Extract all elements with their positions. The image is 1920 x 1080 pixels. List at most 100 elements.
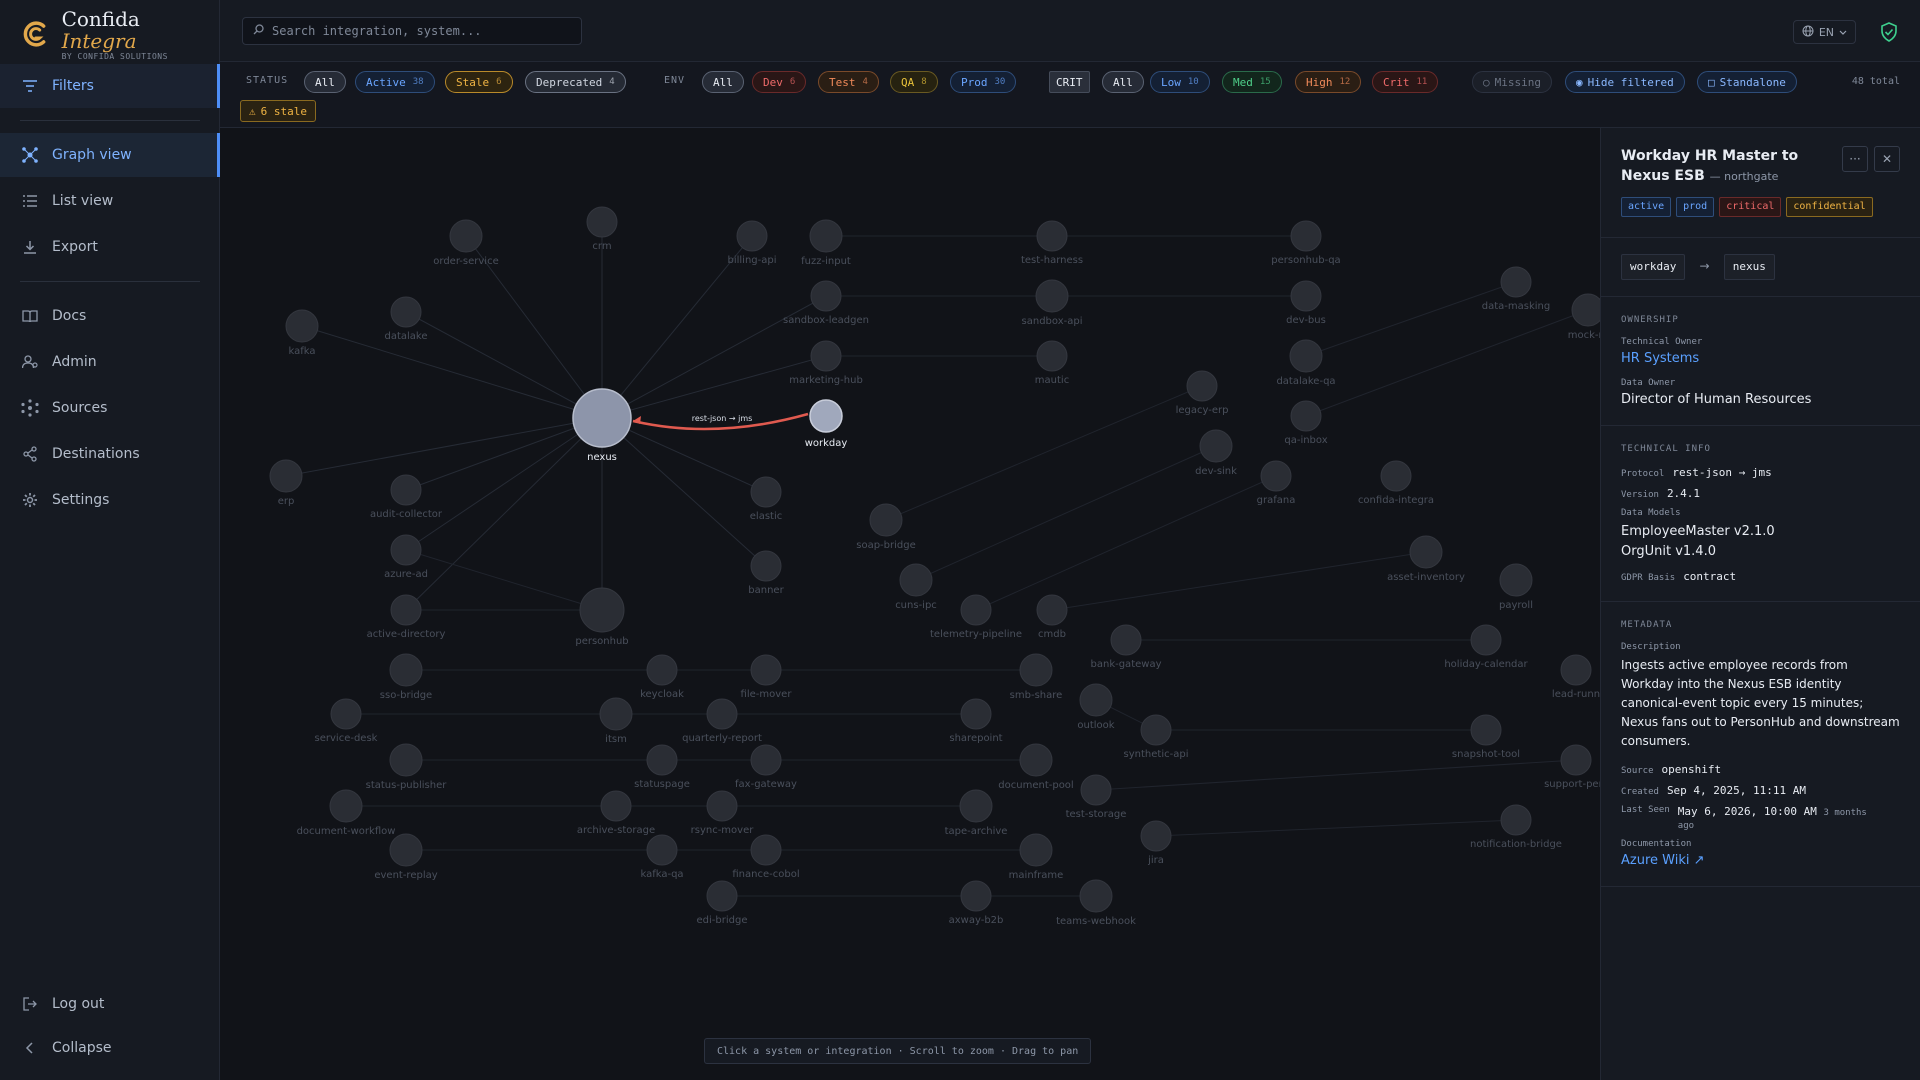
graph-edge[interactable] <box>975 475 1277 611</box>
graph-node-circle[interactable] <box>706 790 738 822</box>
status-chip-deprecated[interactable]: Deprecated 4 <box>525 71 626 93</box>
graph-node-circle[interactable] <box>736 220 768 252</box>
sidebar-item-list-view[interactable]: List view <box>0 179 220 223</box>
graph-node-circle[interactable] <box>646 834 678 866</box>
graph-node[interactable]: support-pers <box>1544 744 1600 790</box>
graph-node-circle[interactable] <box>579 587 625 633</box>
graph-edge[interactable] <box>885 385 1203 521</box>
graph-node-circle[interactable] <box>390 534 422 566</box>
selected-edge[interactable]: rest-json → jms <box>632 412 809 431</box>
env-chip-test[interactable]: Test 4 <box>818 71 879 93</box>
graph-node-circle[interactable] <box>750 744 782 776</box>
graph-node-circle[interactable] <box>599 697 633 731</box>
graph-node[interactable]: sharepoint <box>949 698 1003 744</box>
crit-chip-high[interactable]: High 12 <box>1295 71 1362 93</box>
graph-node-circle[interactable] <box>330 698 362 730</box>
graph-node[interactable]: status-publisher <box>366 743 448 791</box>
graph-canvas[interactable]: order-service crm billing-api fuzz-input tes… <box>220 128 1600 1080</box>
graph-node[interactable]: fax-gateway <box>735 744 797 790</box>
graph-node[interactable]: crm <box>586 206 618 252</box>
graph-svg[interactable]: order-service crm billing-api fuzz-input tes… <box>220 128 1600 1080</box>
graph-node-circle[interactable] <box>1560 654 1592 686</box>
graph-node[interactable]: statuspage <box>634 744 690 790</box>
graph-node[interactable]: active-directory <box>367 594 446 640</box>
graph-node-circle[interactable] <box>285 309 319 343</box>
graph-node-circle[interactable] <box>1409 535 1443 569</box>
graph-node[interactable]: itsm <box>599 697 633 745</box>
graph-node-circle[interactable] <box>1571 293 1600 327</box>
graph-node-circle[interactable] <box>390 474 422 506</box>
graph-edge[interactable] <box>405 417 603 551</box>
graph-node[interactable]: erp <box>269 459 303 507</box>
sidebar-item-admin[interactable]: Admin <box>0 340 220 384</box>
crit-chip-all[interactable]: All <box>1102 71 1144 93</box>
crit-chip-low[interactable]: Low 10 <box>1150 71 1210 93</box>
standalone-toggle[interactable]: □ Standalone <box>1697 71 1797 93</box>
graph-node-circle[interactable] <box>1019 833 1053 867</box>
graph-node-circle[interactable] <box>1500 266 1532 298</box>
graph-node-circle[interactable] <box>899 563 933 597</box>
graph-node-circle[interactable] <box>389 833 423 867</box>
graph-edge[interactable] <box>285 417 603 477</box>
graph-node-circle[interactable] <box>1036 220 1068 252</box>
graph-node-circle[interactable] <box>586 206 618 238</box>
graph-node[interactable]: tape-archive <box>945 789 1008 837</box>
graph-node-circle[interactable] <box>1035 279 1069 313</box>
graph-node[interactable]: keycloak <box>640 654 684 700</box>
graph-node[interactable]: rsync-mover <box>691 790 755 836</box>
graph-node[interactable]: kafka <box>285 309 319 357</box>
graph-node[interactable]: personhub <box>575 587 629 647</box>
sidebar-item-graph-view[interactable]: Graph view <box>0 133 220 177</box>
graph-node-circle[interactable] <box>269 459 303 493</box>
selected-node[interactable]: workday <box>805 399 848 449</box>
graph-node-circle[interactable] <box>1290 220 1322 252</box>
graph-node[interactable]: smb-share <box>1010 653 1063 701</box>
graph-node[interactable]: qa-inbox <box>1284 400 1328 446</box>
graph-node-circle[interactable] <box>1036 594 1068 626</box>
graph-node-circle[interactable] <box>449 219 483 253</box>
missing-toggle[interactable]: ○ Missing <box>1472 71 1552 93</box>
graph-node-circle[interactable] <box>1380 460 1412 492</box>
graph-node-circle[interactable] <box>1019 743 1053 777</box>
graph-node-circle[interactable] <box>1080 774 1112 806</box>
graph-node-circle[interactable] <box>1199 429 1233 463</box>
env-chip-all[interactable]: All <box>702 71 744 93</box>
graph-node[interactable]: azure-ad <box>384 534 428 580</box>
graph-node-circle[interactable] <box>329 789 363 823</box>
graph-node[interactable]: data-masking <box>1482 266 1550 312</box>
graph-node-circle[interactable] <box>1019 653 1053 687</box>
status-chip-stale[interactable]: Stale 6 <box>445 71 513 93</box>
collapse-button[interactable]: Collapse <box>0 1026 220 1070</box>
graph-node[interactable]: audit-collector <box>370 474 443 520</box>
graph-node-circle[interactable] <box>390 296 422 328</box>
graph-node[interactable]: kafka-qa <box>640 834 684 880</box>
graph-node-circle[interactable] <box>960 594 992 626</box>
graph-node-circle[interactable] <box>1079 879 1113 913</box>
sidebar-item-export[interactable]: Export <box>0 225 220 269</box>
graph-node[interactable]: teams-webhook <box>1056 879 1136 927</box>
graph-node[interactable]: sso-bridge <box>380 653 432 701</box>
graph-node[interactable]: synthetic-api <box>1124 714 1189 760</box>
graph-node-circle[interactable] <box>1470 714 1502 746</box>
close-button[interactable]: ✕ <box>1874 146 1900 172</box>
graph-node[interactable]: confida-integra <box>1358 460 1434 506</box>
status-chip-all[interactable]: All <box>304 71 346 93</box>
graph-node[interactable]: sandbox-api <box>1022 279 1083 327</box>
graph-node[interactable]: grafana <box>1257 460 1296 506</box>
search-box[interactable] <box>242 17 582 45</box>
graph-node[interactable]: document-workflow <box>297 789 396 837</box>
graph-node-circle[interactable] <box>390 594 422 626</box>
graph-node-circle[interactable] <box>750 476 782 508</box>
graph-node[interactable]: payroll <box>1499 563 1533 611</box>
graph-node[interactable]: jira <box>1140 820 1172 866</box>
hide-filtered-toggle[interactable]: ◉ Hide filtered <box>1565 71 1685 93</box>
shield-check-icon[interactable] <box>1880 22 1900 42</box>
graph-node-circle[interactable] <box>809 219 843 253</box>
graph-node-circle[interactable] <box>389 743 423 777</box>
graph-node-circle[interactable] <box>750 654 782 686</box>
graph-node[interactable]: mautic <box>1035 340 1069 386</box>
graph-node-circle[interactable] <box>750 550 782 582</box>
graph-node[interactable]: event-replay <box>374 833 438 881</box>
graph-node[interactable]: mock-m <box>1568 293 1600 341</box>
graph-node[interactable]: datalake-qa <box>1276 339 1336 387</box>
